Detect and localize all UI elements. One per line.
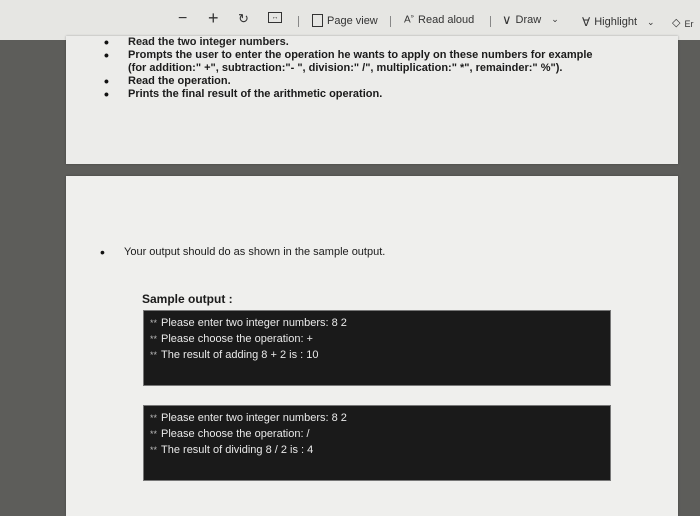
fit-page-button[interactable]: ↔ [268, 12, 282, 23]
page-view-icon [312, 14, 323, 27]
eraser-icon: ◇ [672, 17, 681, 29]
requirements-list: Read the two integer numbers. Prompts th… [104, 36, 612, 101]
highlight-label: Highlight [594, 16, 638, 28]
list-item: Read the two integer numbers. [104, 36, 612, 49]
separator [490, 16, 491, 27]
chevron-down-icon[interactable]: ⌄ [551, 15, 559, 24]
operations-example-text: (for addition:" +", subtraction:"- ", di… [128, 62, 563, 74]
rotate-icon: ↻ [238, 11, 249, 26]
highlighter-icon: ∀ [582, 15, 591, 29]
console-line: ** Please choose the operation: / [150, 428, 310, 440]
instruction-list: Your output should do as shown in the sa… [100, 246, 528, 259]
fit-page-icon: ↔ [268, 12, 282, 23]
erase-label: Er [684, 18, 694, 29]
list-item: Read the operation. [104, 75, 612, 88]
plus-icon: + [208, 8, 219, 28]
zoom-out-button[interactable]: − [178, 11, 187, 27]
console-line: ** The result of dividing 8 / 2 is : 4 [150, 444, 314, 456]
read-aloud-label: Read aloud [418, 14, 475, 26]
read-aloud-icon: A» [404, 14, 415, 26]
sample-console-addition: ** Please enter two integer numbers: 8 2 … [143, 310, 611, 386]
sample-output-title: Sample output : [142, 292, 233, 306]
draw-label: Draw [515, 13, 542, 26]
console-line: ** Please choose the operation: + [150, 333, 313, 345]
chevron-down-icon[interactable]: ⌄ [647, 17, 655, 27]
erase-button[interactable]: ◇ Er [672, 18, 693, 29]
separator [298, 16, 299, 27]
list-item: Prompts the user to enter the operation … [104, 49, 612, 75]
draw-button[interactable]: ∨ Draw ⌄ [502, 13, 559, 26]
highlight-button[interactable]: ∀ Highlight ⌄ [582, 16, 655, 28]
separator [390, 16, 391, 27]
sample-console-division: ** Please enter two integer numbers: 8 2 … [143, 405, 611, 481]
page-view-button[interactable]: Page view [312, 14, 378, 27]
list-item-text: Prompts the user to enter the operation … [128, 49, 593, 61]
read-aloud-button[interactable]: A» Read aloud [404, 14, 474, 26]
console-line: ** The result of adding 8 + 2 is : 10 [150, 349, 319, 361]
draw-pen-icon: ∨ [502, 12, 512, 27]
console-line: ** Please enter two integer numbers: 8 2 [150, 412, 347, 424]
minus-icon: − [178, 10, 188, 27]
console-line: ** Please enter two integer numbers: 8 2 [150, 317, 347, 329]
zoom-in-button[interactable]: + [208, 9, 219, 27]
list-item: Prints the final result of the arithmeti… [104, 88, 612, 101]
page-view-label: Page view [327, 14, 378, 27]
rotate-button[interactable]: ↻ [238, 12, 249, 25]
list-item: Your output should do as shown in the sa… [100, 246, 528, 259]
